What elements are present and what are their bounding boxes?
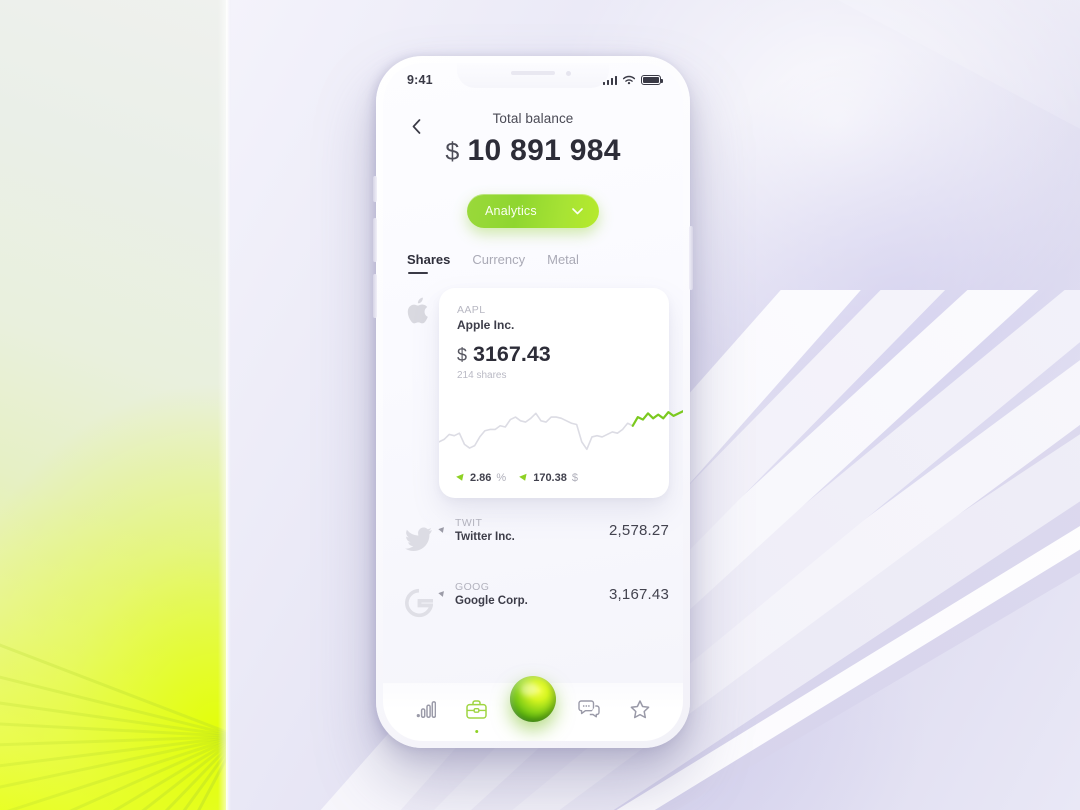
row-company: Google Corp. [455, 595, 528, 607]
balance-value: 10 891 984 [467, 134, 621, 167]
nav-item-messages[interactable] [572, 692, 606, 726]
card-currency-symbol: $ [457, 345, 468, 365]
briefcase-icon [466, 699, 487, 719]
row-ticker: TWIT [455, 517, 483, 529]
phone-mute-switch[interactable] [373, 176, 377, 202]
row-value: 3,167.43 [609, 585, 669, 603]
total-balance-amount: $ 10 891 984 [407, 134, 659, 168]
star-icon [630, 699, 650, 718]
card-company: Apple Inc. [457, 318, 515, 332]
card-shares: 214 shares [457, 370, 507, 381]
back-button[interactable] [407, 117, 425, 135]
triangle-up-icon [456, 473, 466, 483]
currency-symbol: $ [445, 138, 460, 166]
tab-metal[interactable]: Metal [547, 252, 579, 274]
status-icons [602, 75, 663, 86]
card-price-value: 3167.43 [473, 342, 551, 366]
phone-power-button[interactable] [689, 226, 693, 290]
change-percent-value: 2.86 [470, 472, 492, 484]
value-unit: $ [571, 472, 578, 484]
header: Total balance $ 10 891 984 [383, 97, 683, 168]
phone-volume-down-button[interactable] [373, 274, 377, 318]
tab-shares[interactable]: Shares [407, 252, 450, 275]
tab-currency[interactable]: Currency [472, 252, 525, 274]
card-change-percent: 2.86 % [456, 472, 507, 484]
card-ticker: AAPL [457, 304, 486, 316]
holdings-list: AAPL Apple Inc. $ 3167.43 214 shares 2.8… [383, 288, 683, 626]
analytics-label: Analytics [485, 204, 537, 218]
change-absolute-value: 170.38 [533, 472, 567, 484]
triangle-up-icon [519, 473, 530, 483]
active-indicator-dot [474, 729, 479, 733]
background-ray-lines [0, 0, 228, 810]
google-logo-icon [405, 588, 433, 618]
card-stats: 2.86 % 170.38 $ [456, 472, 578, 484]
background-seam [226, 0, 231, 810]
featured-holding-card[interactable]: AAPL Apple Inc. $ 3167.43 214 shares 2.8… [439, 288, 669, 498]
analytics-button[interactable]: Analytics [467, 194, 599, 228]
phone-volume-up-button[interactable] [373, 218, 377, 262]
chevron-left-icon [412, 118, 420, 134]
nav-item-analytics[interactable] [409, 692, 443, 726]
bar-chart-icon [416, 700, 437, 718]
background-left-panel [0, 0, 228, 810]
table-row[interactable]: TWIT Twitter Inc. 2,578.27 [438, 498, 669, 562]
table-row[interactable]: GOOG Google Corp. 3,167.43 [438, 562, 669, 626]
page-title: Total balance [492, 111, 574, 126]
status-time: 9:41 [407, 73, 433, 87]
wifi-icon [622, 75, 636, 84]
status-bar: 9:41 [383, 63, 683, 97]
phone-screen: 9:41 Total balance $ 10 891 984 Analytic… [383, 63, 683, 741]
row-ticker: GOOG [455, 581, 490, 593]
row-meta: TWIT Twitter Inc. [455, 517, 609, 543]
tab-bar: Shares Currency Metal [383, 252, 683, 275]
triangle-up-icon [438, 590, 446, 598]
card-price: $ 3167.43 [457, 342, 651, 367]
chat-bubbles-icon [578, 700, 601, 718]
nav-item-portfolio[interactable] [460, 692, 494, 733]
row-value: 2,578.27 [609, 521, 669, 539]
chevron-down-icon [572, 207, 583, 214]
analytics-row: Analytics [383, 194, 683, 228]
apple-logo-icon [407, 297, 428, 324]
twitter-logo-icon [405, 527, 432, 551]
signal-bars-icon [602, 75, 617, 85]
sphere-fab-icon[interactable] [509, 676, 556, 722]
row-company: Twitter Inc. [455, 531, 515, 543]
triangle-up-icon [438, 526, 446, 534]
percent-unit: % [496, 472, 507, 484]
phone-mockup: 9:41 Total balance $ 10 891 984 Analytic… [373, 56, 693, 748]
row-meta: GOOG Google Corp. [455, 581, 609, 607]
card-change-value: 170.38 $ [519, 472, 578, 484]
nav-item-favorites[interactable] [623, 692, 657, 726]
battery-icon [641, 75, 663, 85]
bottom-navigation [383, 676, 683, 741]
price-sparkline-chart [439, 396, 683, 458]
